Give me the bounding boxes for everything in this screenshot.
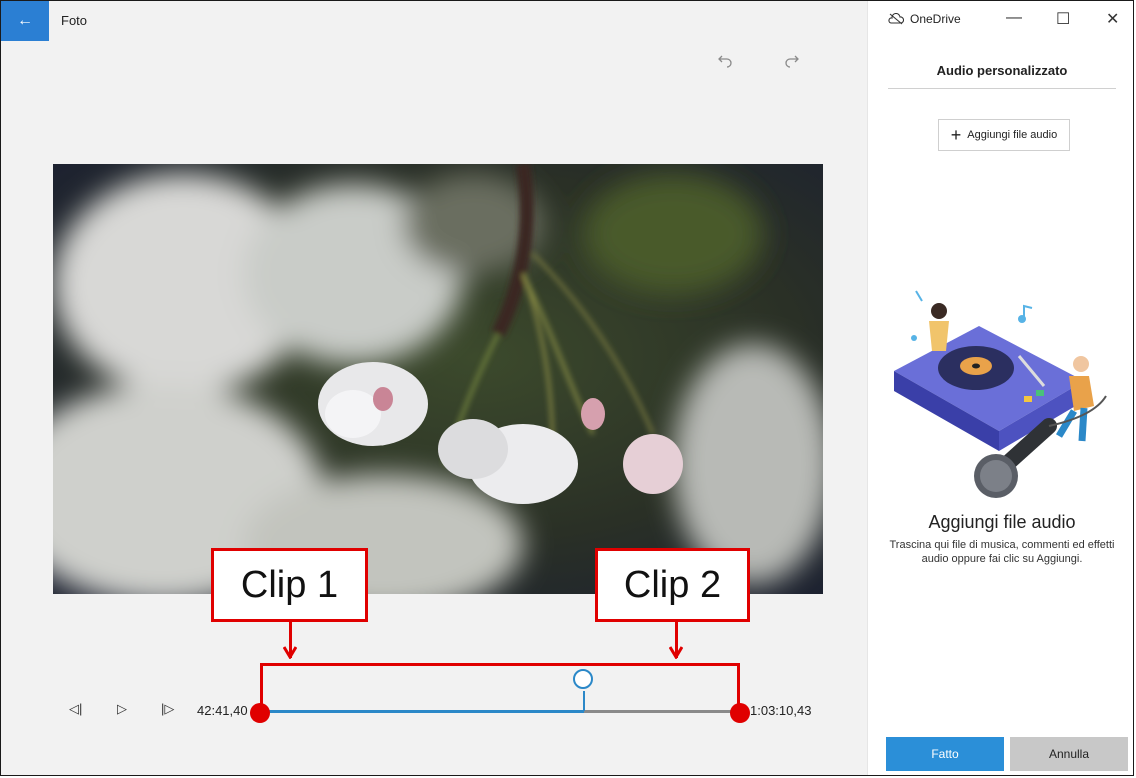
minimize-button[interactable]: — xyxy=(1006,9,1022,27)
start-time: 42:41,40 xyxy=(197,703,248,718)
done-button[interactable]: Fatto xyxy=(886,737,1004,771)
app-window: ← Foto ◁| ▷ |▷ 42:41,40 1:03:10,43 Clip … xyxy=(0,0,1134,776)
empty-state-description: Trascina qui file di musica, commenti ed… xyxy=(889,539,1115,565)
add-audio-label: Aggiungi file audio xyxy=(967,129,1058,141)
empty-state-title: Aggiungi file audio xyxy=(928,512,1076,532)
onedrive-off-icon xyxy=(888,13,904,25)
end-time: 1:03:10,43 xyxy=(750,703,812,718)
video-preview xyxy=(53,164,823,594)
photo-blossoms xyxy=(53,164,823,594)
panel-title: Audio personalizzato xyxy=(936,63,1068,78)
onedrive-status[interactable]: OneDrive xyxy=(888,12,961,26)
add-audio-button[interactable]: + Aggiungi file audio xyxy=(938,119,1070,151)
previous-frame-icon[interactable]: ◁| xyxy=(69,701,82,717)
cancel-button[interactable]: Annulla xyxy=(1010,737,1128,771)
maximize-button[interactable]: ☐ xyxy=(1056,9,1070,29)
back-button[interactable]: ← xyxy=(1,1,49,41)
clip2-arrow-icon xyxy=(669,646,683,659)
onedrive-label: OneDrive xyxy=(910,12,961,26)
clip1-callout: Clip 1 xyxy=(211,548,368,622)
undo-icon[interactable] xyxy=(717,53,733,74)
redo-icon[interactable] xyxy=(784,53,800,74)
arrow-left-icon: ← xyxy=(17,12,33,29)
range-start-marker xyxy=(250,703,270,723)
close-button[interactable]: ✕ xyxy=(1106,9,1119,29)
next-frame-icon[interactable]: |▷ xyxy=(161,701,174,717)
app-title: Foto xyxy=(61,13,88,28)
music-illustration xyxy=(894,290,1107,498)
audio-panel: OneDrive — ☐ ✕ Audio personalizzato + Ag… xyxy=(867,1,1133,775)
divider xyxy=(888,88,1116,89)
clip1-arrow-icon xyxy=(283,646,297,659)
plus-icon: + xyxy=(950,125,962,145)
range-bracket xyxy=(260,663,740,713)
clip2-callout: Clip 2 xyxy=(595,548,750,622)
play-icon[interactable]: ▷ xyxy=(117,701,127,717)
range-end-marker xyxy=(730,703,750,723)
